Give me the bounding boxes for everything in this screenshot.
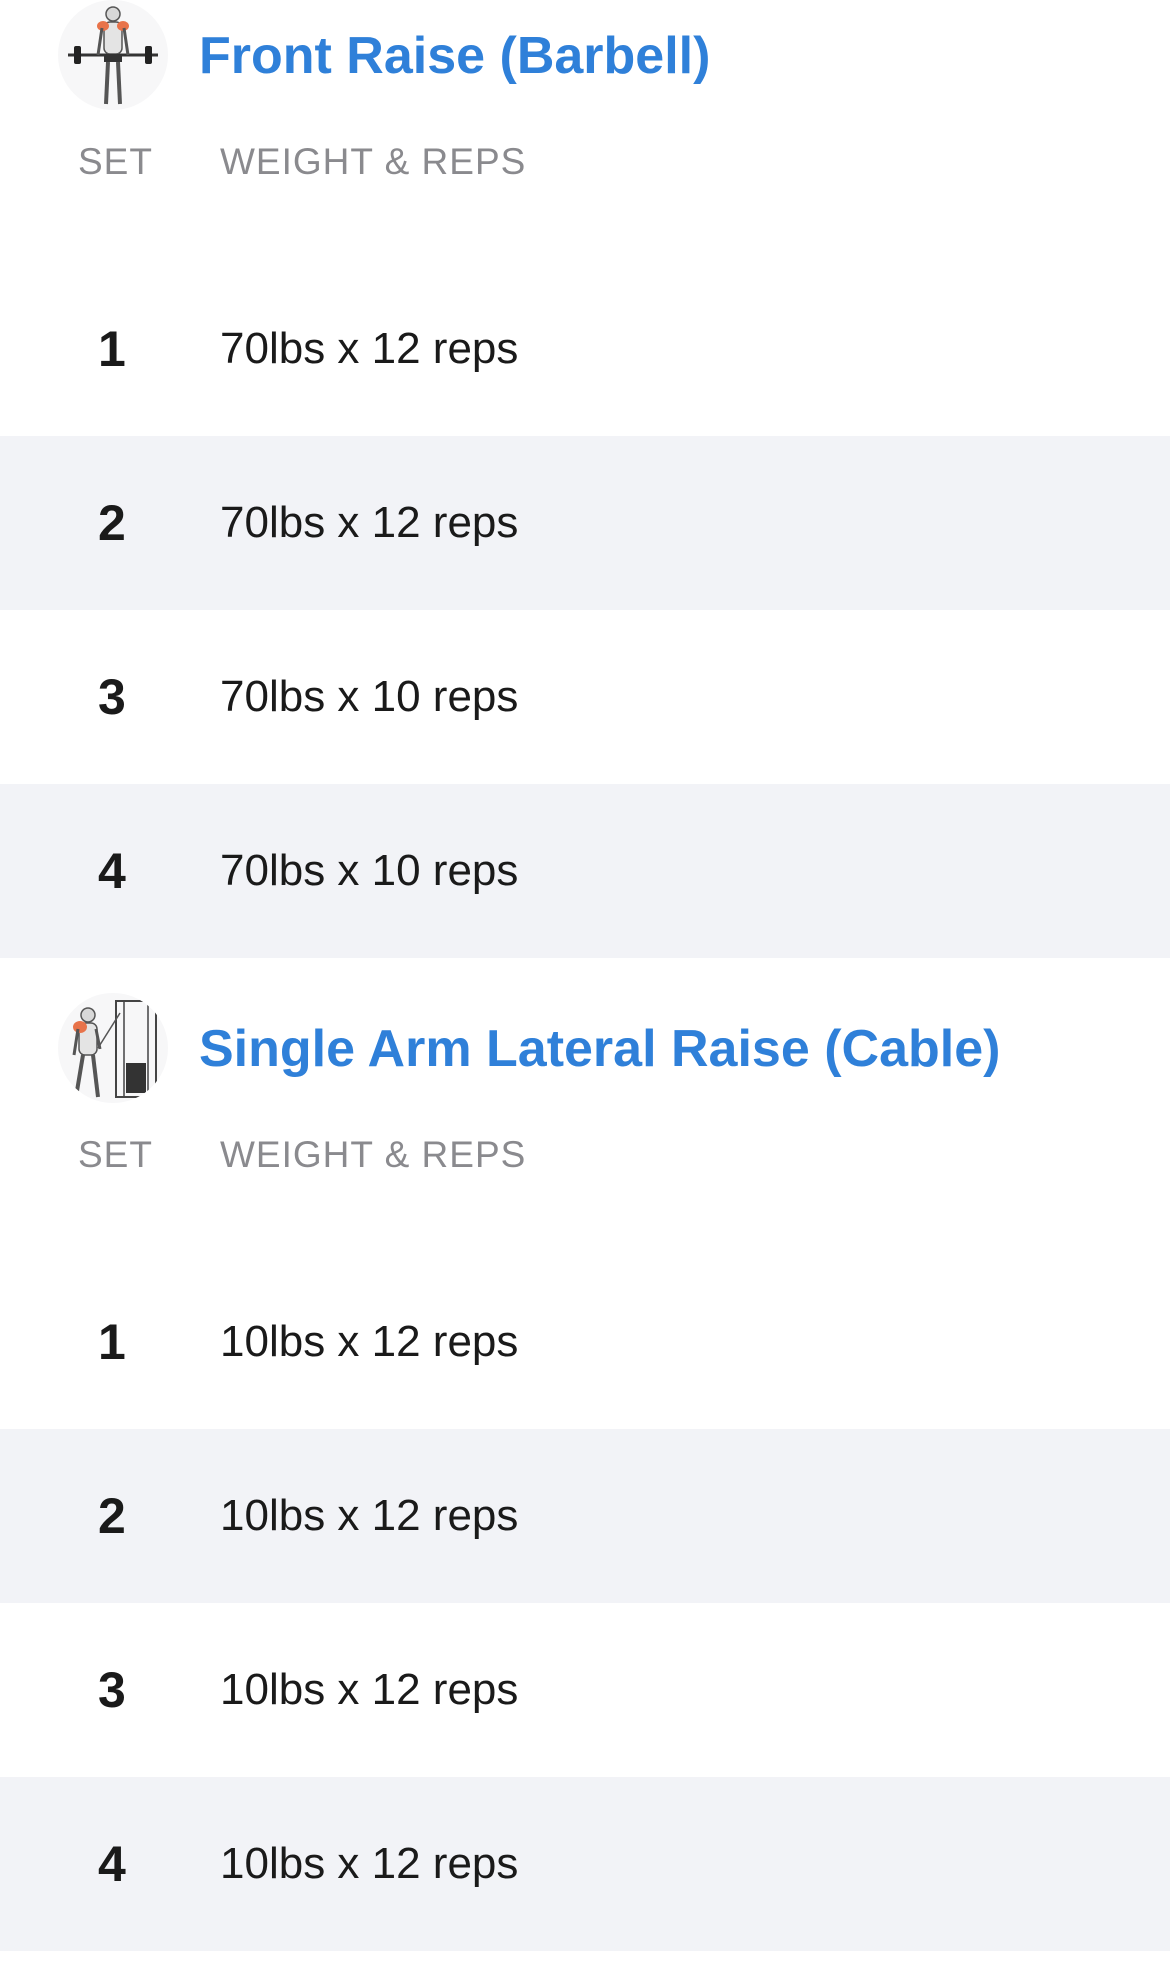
set-number: 4	[98, 843, 126, 899]
exercise-header[interactable]: Front Raise (Barbell)	[0, 0, 1170, 112]
set-number: 2	[98, 1488, 126, 1544]
weight-reps-value: 70lbs x 12 reps	[220, 498, 519, 547]
exercise-title[interactable]: Single Arm Lateral Raise (Cable)	[199, 1019, 1000, 1079]
set-row: 1 10lbs x 12 reps	[0, 1255, 1170, 1429]
weight-reps-value: 10lbs x 12 reps	[220, 1839, 519, 1888]
set-column-header: SET	[78, 141, 153, 182]
exercise-card-front-raise: Front Raise (Barbell) SET WEIGHT & REPS …	[0, 0, 1170, 958]
set-row: 4 70lbs x 10 reps	[0, 784, 1170, 958]
cable-lateral-raise-icon	[58, 993, 168, 1103]
weight-reps-column-header: WEIGHT & REPS	[220, 1134, 527, 1175]
weight-reps-value: 10lbs x 12 reps	[220, 1665, 519, 1714]
set-number: 2	[98, 495, 126, 551]
set-number: 1	[98, 1314, 126, 1370]
set-number: 3	[98, 1662, 126, 1718]
set-row: 4 10lbs x 12 reps	[0, 1777, 1170, 1951]
weight-reps-value: 70lbs x 12 reps	[220, 324, 519, 373]
weight-reps-value: 70lbs x 10 reps	[220, 672, 519, 721]
exercise-card-single-arm-lateral-raise: Single Arm Lateral Raise (Cable) SET WEI…	[0, 993, 1170, 1951]
set-number: 4	[98, 1836, 126, 1892]
column-headers: SET WEIGHT & REPS	[0, 112, 1170, 212]
column-headers: SET WEIGHT & REPS	[0, 1105, 1170, 1205]
exercise-title[interactable]: Front Raise (Barbell)	[199, 26, 710, 86]
set-row: 3 10lbs x 12 reps	[0, 1603, 1170, 1777]
exercise-header[interactable]: Single Arm Lateral Raise (Cable)	[0, 993, 1170, 1105]
weight-reps-column-header: WEIGHT & REPS	[220, 141, 527, 182]
weight-reps-value: 10lbs x 12 reps	[220, 1317, 519, 1366]
workout-detail: Front Raise (Barbell) SET WEIGHT & REPS …	[0, 0, 1170, 1967]
weight-reps-value: 10lbs x 12 reps	[220, 1491, 519, 1540]
set-number: 3	[98, 669, 126, 725]
set-row: 2 70lbs x 12 reps	[0, 436, 1170, 610]
set-number: 1	[98, 321, 126, 377]
set-row: 1 70lbs x 12 reps	[0, 262, 1170, 436]
set-row: 3 70lbs x 10 reps	[0, 610, 1170, 784]
weight-reps-value: 70lbs x 10 reps	[220, 846, 519, 895]
set-column-header: SET	[78, 1134, 153, 1175]
barbell-front-raise-icon	[58, 0, 168, 110]
set-row: 2 10lbs x 12 reps	[0, 1429, 1170, 1603]
